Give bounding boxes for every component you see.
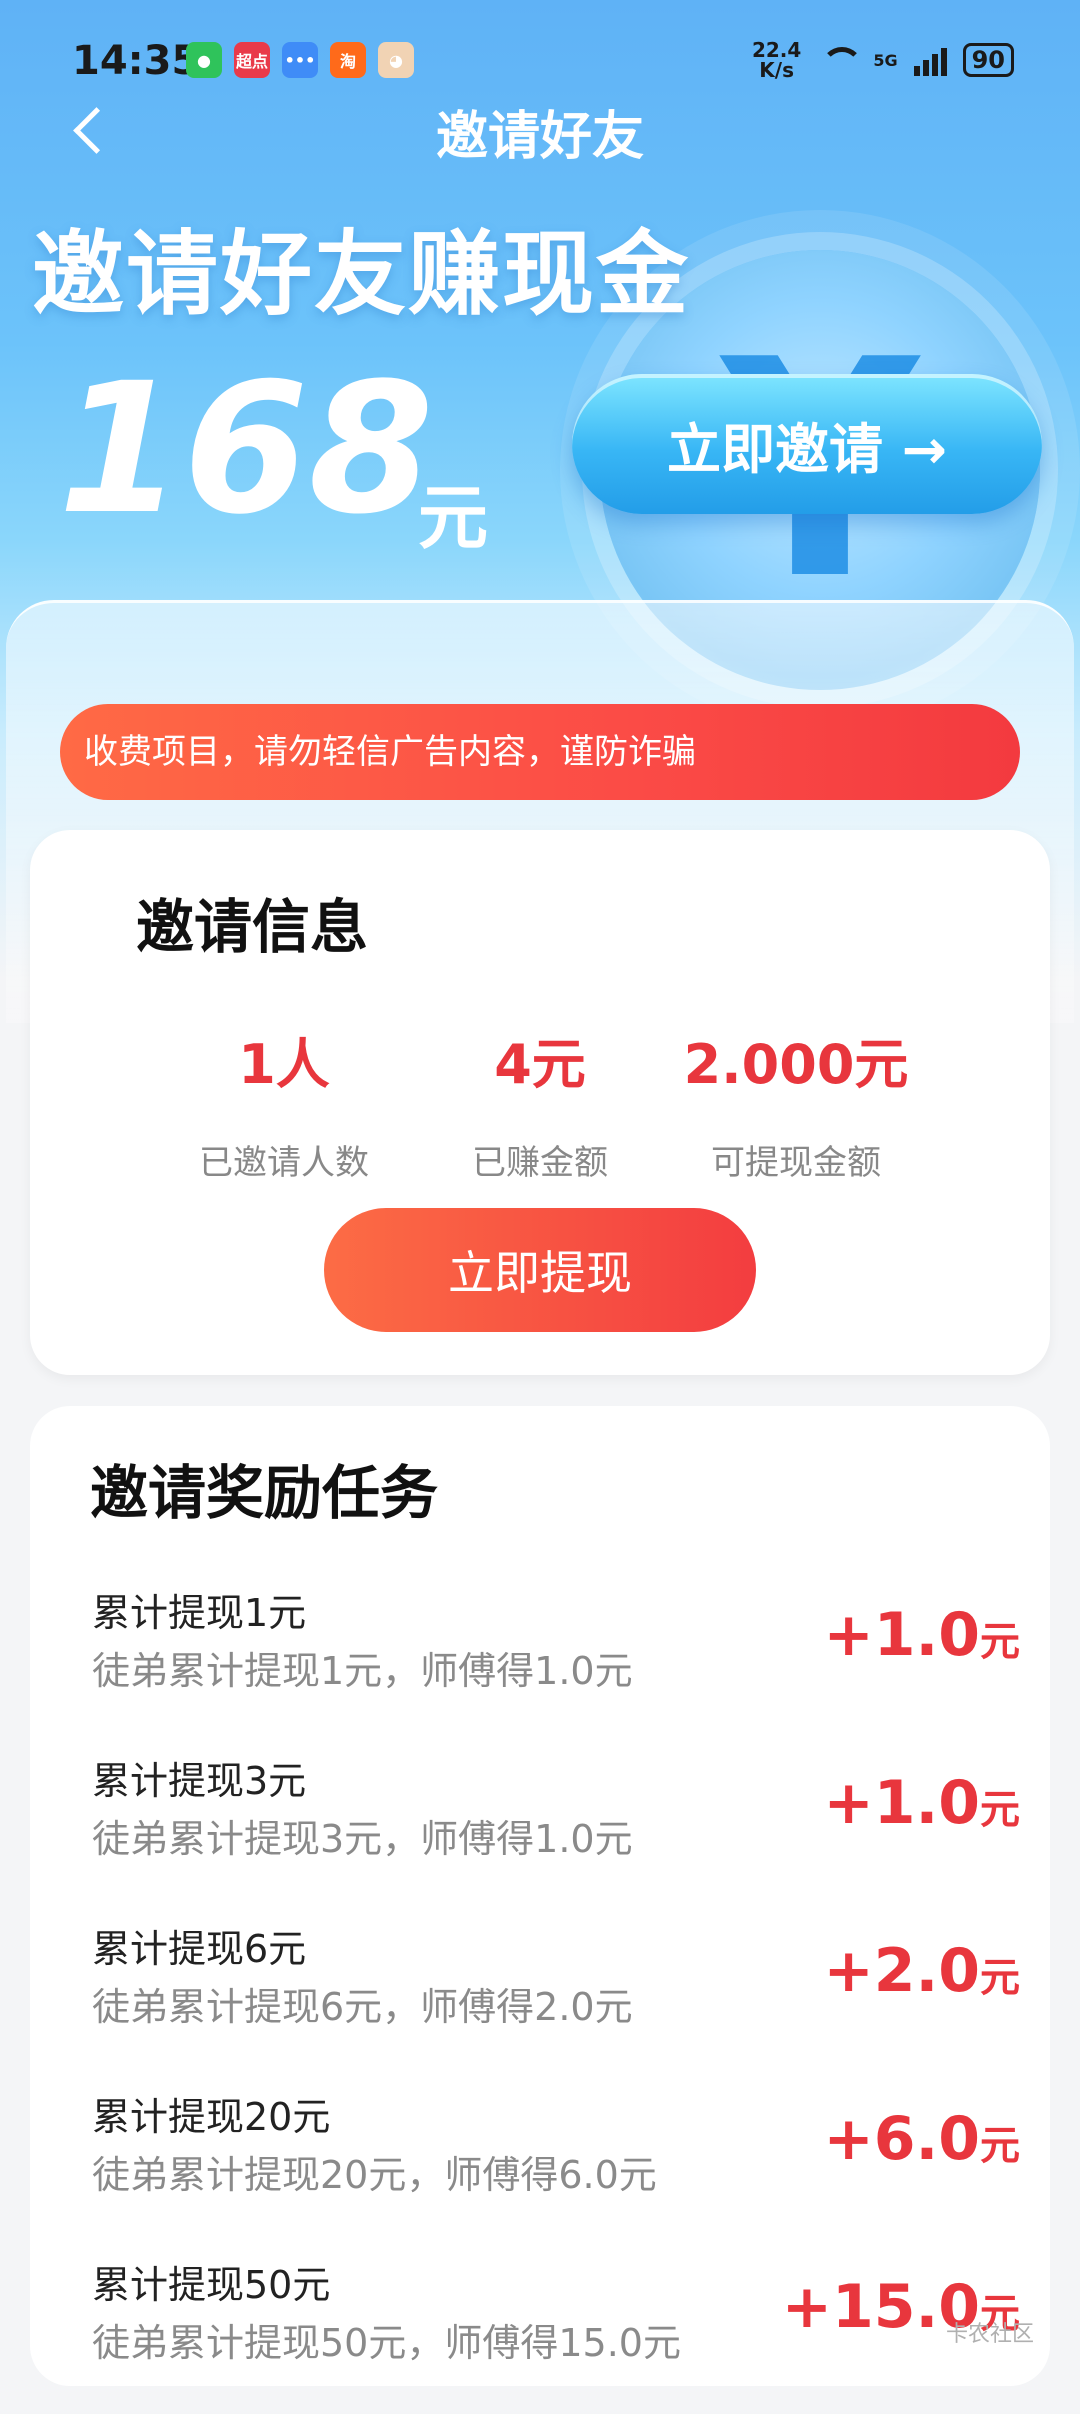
task-item: 累计提现6元 徒弟累计提现6元，师傅得2.0元 +2.0元 [30,1918,1050,2078]
reward-tasks-card: 邀请奖励任务 累计提现1元 徒弟累计提现1元，师傅得1.0元 +1.0元 累计提… [30,1406,1050,2386]
task-name: 累计提现1元 [92,1591,307,1635]
task-name: 累计提现6元 [92,1927,307,1971]
tasks-title: 邀请奖励任务 [90,1459,439,1527]
network-type: 5G [873,50,898,70]
taobao-icon: 淘 [330,42,366,78]
hero-unit: 元 [418,477,488,559]
wifi-icon [817,45,864,75]
page-title: 邀请好友 [435,107,644,167]
reward-unit: 元 [980,1787,1020,1833]
task-name: 累计提现3元 [92,1759,307,1803]
reward-value: +1.0 [823,1600,980,1670]
stat-value: 1人 [238,1033,330,1096]
task-item: 累计提现1元 徒弟累计提现1元，师傅得1.0元 +1.0元 [30,1582,1050,1742]
net-speed-unit: K/s [759,58,794,82]
reward-unit: 元 [980,2123,1020,2169]
invite-now-label: 立即邀请 → [666,417,948,481]
battery-icon: 90 [962,43,1014,77]
message-icon: ••• [282,42,318,78]
status-app-icons: ● 超点 ••• 淘 ◕ [186,42,414,78]
task-desc: 徒弟累计提现20元，师傅得6.0元 [92,2153,657,2197]
task-item: 累计提现20元 徒弟累计提现20元，师傅得6.0元 +6.0元 [30,2086,1050,2246]
reward-value: +2.0 [823,1936,980,2006]
invite-now-button[interactable]: 立即邀请 → [572,374,1042,514]
withdraw-now-button[interactable]: 立即提现 [324,1208,756,1332]
task-desc: 徒弟累计提现6元，师傅得2.0元 [92,1985,633,2029]
stat-label: 已邀请人数 [199,1143,369,1183]
invite-info-title: 邀请信息 [136,893,369,961]
stat-value: 2.000元 [683,1033,909,1096]
task-desc: 徒弟累计提现50元，师傅得15.0元 [92,2321,681,2365]
stat-withdrawable: 2.000元 可提现金额 [656,1020,936,1184]
stat-earned: 4元 已赚金额 [400,1020,680,1184]
reward-value: +6.0 [823,2104,980,2174]
task-name: 累计提现50元 [92,2263,331,2307]
signal-icon [913,44,947,76]
task-item: 累计提现50元 徒弟累计提现50元，师傅得15.0元 +15.0元 [30,2254,1050,2414]
task-item: 累计提现3元 徒弟累计提现3元，师傅得1.0元 +1.0元 [30,1750,1050,1910]
wechat-icon: ● [186,42,222,78]
stat-invited-count: 1人 已邀请人数 [144,1020,424,1184]
pet-app-icon: ◕ [378,42,414,78]
stat-label: 可提现金额 [711,1143,881,1183]
hero-amount: 168 [58,345,434,554]
hero-title: 邀请好友赚现金 [32,221,691,328]
invite-info-card: 邀请信息 1人 已邀请人数 4元 已赚金额 2.000元 可提现金额 立即提现 [30,830,1050,1375]
net-speed-value: 22.4 [751,38,802,62]
withdraw-label: 立即提现 [448,1246,632,1300]
task-desc: 徒弟累计提现1元，师傅得1.0元 [92,1649,633,1693]
reward-value: +1.0 [823,1768,980,1838]
notice-text: 收费项目，请勿轻信广告内容，谨防诈骗 [84,732,696,772]
task-reward: +6.0元 [823,2104,1020,2174]
fraud-notice-banner: 收费项目，请勿轻信广告内容，谨防诈骗 [60,704,1020,800]
status-time: 14:35 [72,38,200,84]
reward-unit: 元 [980,1619,1020,1665]
task-desc: 徒弟累计提现3元，师傅得1.0元 [92,1817,633,1861]
stat-label: 已赚金额 [472,1143,608,1183]
chaodian-icon: 超点 [234,42,270,78]
task-reward: +1.0元 [823,1768,1020,1838]
net-speed: 22.4 K/s [752,40,801,80]
watermark: 卡农社区 [945,2322,1034,2347]
stat-value: 4元 [494,1033,586,1096]
status-right: 22.4 K/s 5G 90 [752,40,1014,80]
task-reward: +2.0元 [823,1936,1020,2006]
task-name: 累计提现20元 [92,2095,331,2139]
reward-unit: 元 [980,1955,1020,2001]
task-reward: +1.0元 [823,1600,1020,1670]
